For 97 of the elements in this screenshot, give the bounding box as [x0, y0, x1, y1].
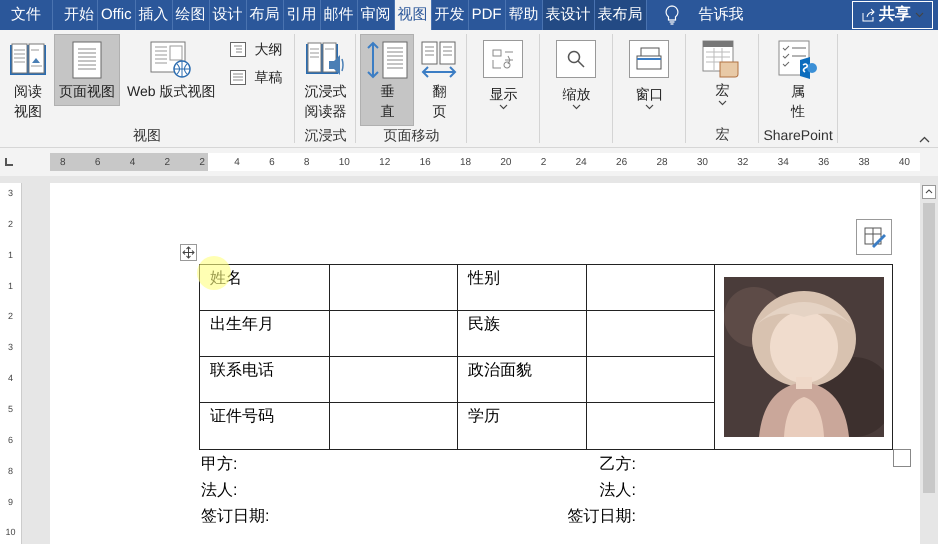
ribbon-button[interactable]: Web 版式视图	[122, 34, 220, 106]
ruler-number: 20	[500, 156, 512, 170]
web-page-icon	[150, 41, 192, 79]
signature-label: 乙方:	[600, 454, 636, 475]
chevron-down-icon	[718, 100, 727, 106]
ruler-number: 38	[858, 156, 870, 170]
signature-label: 法人:	[201, 480, 238, 501]
ruler-number: 24	[576, 156, 587, 170]
ruler-number: 8	[8, 464, 13, 478]
ribbon-button[interactable]: 垂 直	[360, 34, 414, 126]
signature-label: 签订日期:	[568, 507, 636, 527]
table-cell: 姓名	[200, 265, 330, 311]
ruler-number: 2	[199, 156, 205, 170]
ruler-number: 8	[304, 156, 310, 170]
group-label: 沉浸式	[304, 126, 346, 144]
ruler-number: 6	[269, 156, 275, 170]
table-cell: 证件号码	[200, 403, 330, 449]
ribbon-dropdown-button[interactable]: 宏	[690, 34, 754, 106]
chevron-down-icon	[498, 104, 508, 110]
collapse-ribbon-icon	[919, 136, 930, 143]
chevron-down-icon	[915, 12, 924, 18]
scroll-up-icon[interactable]	[922, 185, 936, 199]
search-icon	[566, 49, 586, 69]
group-label: SharePoint	[763, 126, 833, 144]
table-cell: 性别	[458, 265, 587, 311]
ruler-number: 32	[737, 156, 748, 170]
ruler-number: 40	[898, 156, 910, 170]
share-button[interactable]: 共享	[852, 1, 933, 29]
table-cell: 出生年月	[200, 311, 330, 357]
table-cell: 民族	[458, 311, 587, 357]
ruler-number: 2	[540, 156, 546, 170]
ruler-number: 4	[8, 372, 13, 386]
ruler-number: 6	[94, 156, 100, 170]
tab-stop-icon	[4, 157, 14, 167]
group-label: 视图	[133, 126, 162, 144]
table-cell: 学历	[458, 403, 587, 449]
properties-icon	[778, 40, 818, 80]
ribbon-small-button[interactable]: 大纲	[230, 38, 282, 60]
ruler-number: 1	[8, 280, 13, 293]
signature-label: 法人:	[600, 480, 636, 501]
lightbulb-icon	[664, 5, 679, 25]
ruler-number: 4	[234, 156, 240, 170]
ribbon-small-button[interactable]: 草稿	[230, 66, 282, 88]
signature-label: 签订日期:	[201, 507, 270, 527]
ruler-number: 36	[818, 156, 830, 170]
open-book-icon	[9, 42, 47, 78]
ruler-number: 1	[8, 248, 13, 262]
ruler-number: 34	[778, 156, 789, 170]
ribbon-tab[interactable]: 视图	[394, 0, 432, 30]
table-cell: 联系电话	[200, 357, 330, 403]
ruler-number: 28	[656, 156, 668, 170]
signature-label: 甲方:	[201, 454, 238, 475]
ribbon-button[interactable]: 属 性	[773, 34, 824, 126]
ribbon-dropdown-button[interactable]: 显示	[471, 34, 536, 110]
ruler-number: 3	[8, 187, 13, 200]
chevron-down-icon	[644, 104, 654, 110]
quick-layout-icon[interactable]	[856, 219, 892, 255]
windows-icon	[635, 47, 664, 71]
outline-icon	[230, 42, 246, 56]
ribbon-dropdown-button[interactable]: 窗口	[617, 34, 682, 110]
ruler-number: 30	[696, 156, 708, 170]
ruler-number: 10	[338, 156, 350, 170]
draft-icon	[230, 70, 246, 84]
display-icon	[491, 48, 516, 70]
chevron-down-icon	[572, 104, 581, 110]
ribbon-button[interactable]: 翻 页	[416, 34, 462, 126]
ruler-number: 8	[60, 156, 66, 170]
group-label: 宏	[715, 125, 730, 143]
ribbon-tab[interactable]: 表设计	[542, 0, 595, 30]
ruler-number: 3	[8, 341, 13, 354]
side-pages-icon	[421, 41, 458, 79]
group-label: 页面移动	[383, 126, 440, 144]
ribbon-tab[interactable]: 表布局	[594, 0, 647, 30]
ruler-number: 6	[8, 434, 13, 447]
ruler-number: 2	[8, 310, 13, 324]
resize-handle-icon	[893, 449, 911, 467]
tell-me-button[interactable]: 告诉我	[698, 0, 744, 30]
share-label: 共享	[879, 4, 911, 25]
ruler-number: 18	[460, 156, 472, 170]
ruler-number: 2	[164, 156, 170, 170]
ruler-number: 26	[616, 156, 628, 170]
ribbon-dropdown-button[interactable]: 缩放	[544, 34, 608, 110]
ribbon-button[interactable]: 沉浸式 阅读器	[299, 34, 352, 126]
ribbon-button[interactable]: 阅读 视图	[4, 34, 52, 126]
table-move-handle-icon	[180, 244, 197, 261]
page-icon	[72, 41, 102, 79]
ruler-number: 5	[8, 403, 13, 416]
ruler-number: 4	[130, 156, 136, 170]
vertical-arrows-page-icon	[365, 41, 410, 79]
share-icon	[861, 8, 875, 22]
table-cell: 政治面貌	[458, 357, 587, 403]
ruler-number: 9	[8, 496, 13, 509]
ruler-number: 16	[420, 156, 431, 170]
ruler-number: 2	[8, 218, 13, 231]
ruler-number: 12	[379, 156, 390, 170]
ruler-number: 10	[5, 526, 16, 540]
ribbon-button[interactable]: 页面视图	[54, 34, 120, 106]
